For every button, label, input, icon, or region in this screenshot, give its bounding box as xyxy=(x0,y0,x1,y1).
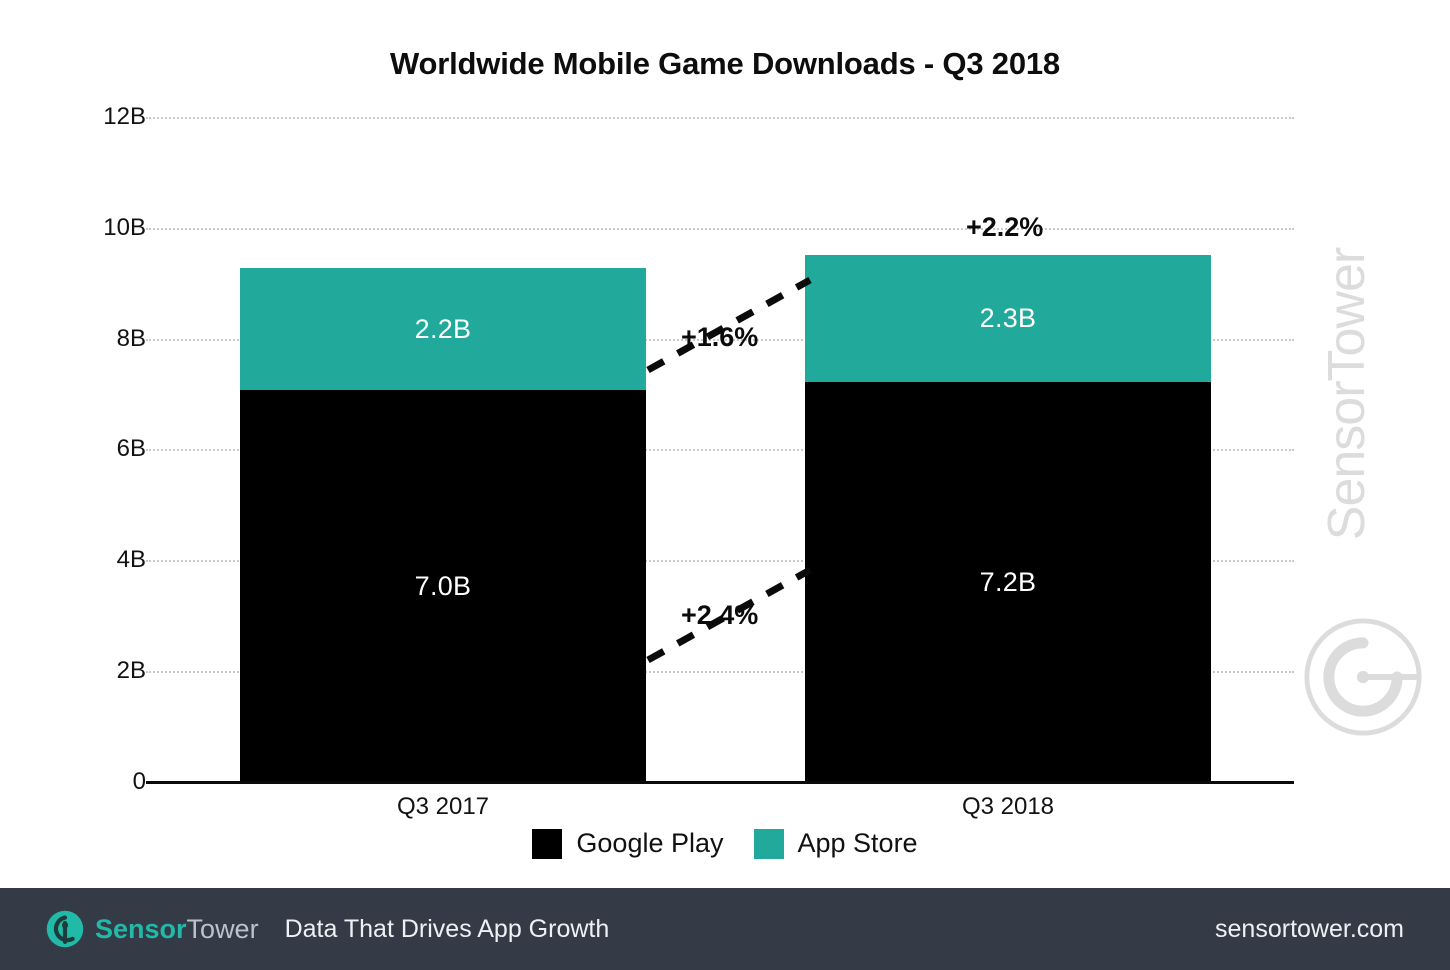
bar-segment-app-store-2018: 2.3B xyxy=(805,255,1211,382)
bar-segment-app-store-2017: 2.2B xyxy=(240,268,646,390)
bar-segment-google-play-2018: 7.2B xyxy=(805,382,1211,782)
footer-brand-wordmark: SensorTower xyxy=(95,914,259,945)
legend-item-app-store[interactable]: App Store xyxy=(753,828,918,859)
y-tick-8B: 8B xyxy=(116,325,146,352)
chart-legend: Google Play App Store xyxy=(0,828,1450,859)
bar-segment-google-play-2017: 7.0B xyxy=(240,390,646,782)
x-axis-label-q3-2017: Q3 2017 xyxy=(396,793,490,820)
gridline-10B xyxy=(146,228,1294,230)
bar-value-app-store-2017: 2.2B xyxy=(414,313,472,344)
legend-item-google-play[interactable]: Google Play xyxy=(532,828,724,859)
footer-bar: SensorTower Data That Drives App Growth … xyxy=(0,888,1450,970)
footer-branding: SensorTower Data That Drives App Growth xyxy=(46,910,609,948)
chart-container: Worldwide Mobile Game Downloads - Q3 201… xyxy=(0,0,1450,888)
sensortower-watermark: SensorTower xyxy=(1292,168,1432,738)
watermark-text: SensorTower xyxy=(1318,247,1376,541)
chart-title: Worldwide Mobile Game Downloads - Q3 201… xyxy=(390,46,1060,81)
y-tick-2B: 2B xyxy=(116,657,146,684)
x-axis-label-q3-2018: Q3 2018 xyxy=(961,793,1055,820)
bar-value-app-store-2018: 2.3B xyxy=(979,303,1037,333)
annotation-app-store-growth: +1.6% xyxy=(681,322,759,352)
legend-swatch-app-store xyxy=(753,828,784,859)
sensortower-logo-icon xyxy=(46,910,84,948)
bar-q3-2018[interactable]: 2.3B 7.2B xyxy=(805,255,1211,782)
y-tick-0: 0 xyxy=(132,768,146,795)
bar-q3-2017[interactable]: 2.2B 7.0B xyxy=(240,268,646,782)
y-tick-10B: 10B xyxy=(103,214,146,241)
footer-url[interactable]: sensortower.com xyxy=(1215,915,1404,944)
bar-value-google-play-2018: 7.2B xyxy=(979,566,1037,597)
legend-label-google-play: Google Play xyxy=(576,828,724,858)
bar-value-google-play-2017: 7.0B xyxy=(414,570,472,601)
plot-area: 2.2B 7.0B 2.3B 7.2B xyxy=(146,117,1294,782)
annotation-total-growth: +2.2% xyxy=(966,212,1044,242)
footer-tagline: Data That Drives App Growth xyxy=(284,914,610,943)
x-axis-line xyxy=(146,781,1294,784)
legend-label-app-store: App Store xyxy=(797,828,918,858)
annotation-google-play-growth: +2.4% xyxy=(681,600,759,630)
legend-swatch-google-play xyxy=(532,828,563,859)
y-tick-6B: 6B xyxy=(116,435,146,462)
y-tick-12B: 12B xyxy=(103,103,146,130)
y-tick-4B: 4B xyxy=(116,546,146,573)
gridline-12B xyxy=(146,117,1294,119)
footer-brand-tower: Tower xyxy=(186,913,259,944)
footer-brand-sensor: Sensor xyxy=(95,913,187,944)
watermark-logo-icon xyxy=(1304,618,1422,736)
